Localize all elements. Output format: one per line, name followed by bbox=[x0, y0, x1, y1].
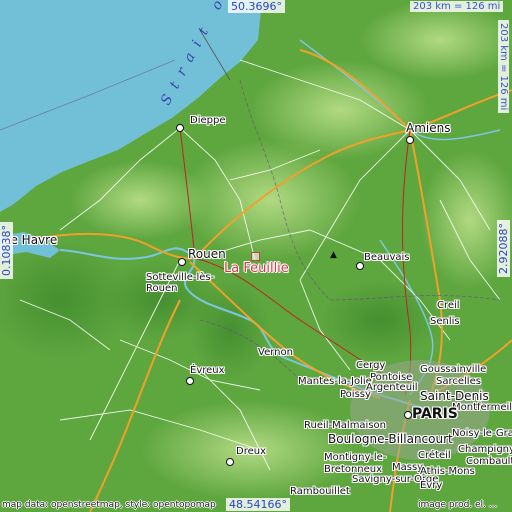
coord-south: 48.54166° bbox=[226, 498, 290, 511]
place-label: La Feuillie bbox=[224, 261, 289, 276]
image-credit: image prod. el. ... bbox=[418, 500, 498, 510]
city-label-argenteuil: Argenteuil bbox=[366, 382, 418, 393]
city-label-creteil: Créteil bbox=[418, 450, 451, 461]
map-viewport[interactable]: Strait of Dieppe Amiens Le Havre Rouen S… bbox=[0, 0, 512, 512]
coord-north: 50.3696° bbox=[228, 0, 285, 13]
city-dot-dreux bbox=[226, 458, 234, 466]
city-label-cergy: Cergy bbox=[356, 360, 386, 371]
location-marker[interactable] bbox=[251, 252, 260, 261]
city-label-rambouillet: Rambouillet bbox=[290, 486, 350, 497]
city-label-rouen: Rouen bbox=[188, 247, 226, 261]
city-label-senlis: Senlis bbox=[430, 316, 460, 327]
city-label-montfermeil: Montfermeil bbox=[452, 402, 512, 413]
oise-valley-dark bbox=[320, 280, 440, 360]
city-label-sotteville: Sotteville-lès-Rouen bbox=[146, 272, 215, 294]
city-label-evreux: Évreux bbox=[190, 365, 225, 376]
city-label-paris: PARIS bbox=[412, 406, 458, 422]
scale-horizontal: 203 km = 126 mi bbox=[410, 1, 504, 12]
map-credit: map data: openstreetmap, style: opentopo… bbox=[2, 500, 216, 510]
city-dot-evreux bbox=[186, 377, 194, 385]
city-label-vernon: Vernon bbox=[258, 347, 293, 358]
city-label-beauvais: Beauvais bbox=[364, 252, 410, 263]
coord-east: 2.92088° bbox=[497, 220, 510, 277]
city-label-boulogne: Boulogne-Billancourt bbox=[328, 432, 453, 446]
peak-icon: ▲ bbox=[330, 250, 337, 260]
city-label-evry: Évry bbox=[420, 480, 443, 491]
city-label-sarcelles: Sarcelles bbox=[436, 376, 481, 387]
city-label-amiens: Amiens bbox=[406, 121, 451, 135]
scale-vertical: 203 km = 126 mi bbox=[498, 20, 509, 114]
city-dot-paris bbox=[404, 411, 412, 419]
city-label-dieppe: Dieppe bbox=[190, 115, 226, 126]
city-label-massy: Massy bbox=[392, 462, 424, 473]
city-label-champigny: Champigny bbox=[458, 444, 512, 455]
city-dot-rouen bbox=[178, 258, 186, 266]
city-label-noisy: Noisy-le-Grand bbox=[452, 428, 512, 439]
city-label-saint-denis: Saint-Denis bbox=[420, 389, 489, 403]
city-label-goussainville: Goussainville bbox=[420, 364, 487, 375]
coord-west: 0.10838° bbox=[0, 222, 13, 279]
city-dot-beauvais bbox=[356, 262, 364, 270]
city-dot-dieppe bbox=[176, 124, 184, 132]
city-label-mantes: Mantes-la-Jolie bbox=[298, 376, 372, 387]
city-dot-amiens bbox=[406, 136, 414, 144]
city-label-creil: Creil bbox=[437, 300, 460, 311]
city-label-rueil: Rueil-Malmaison bbox=[304, 420, 387, 431]
city-label-dreux: Dreux bbox=[236, 446, 266, 457]
